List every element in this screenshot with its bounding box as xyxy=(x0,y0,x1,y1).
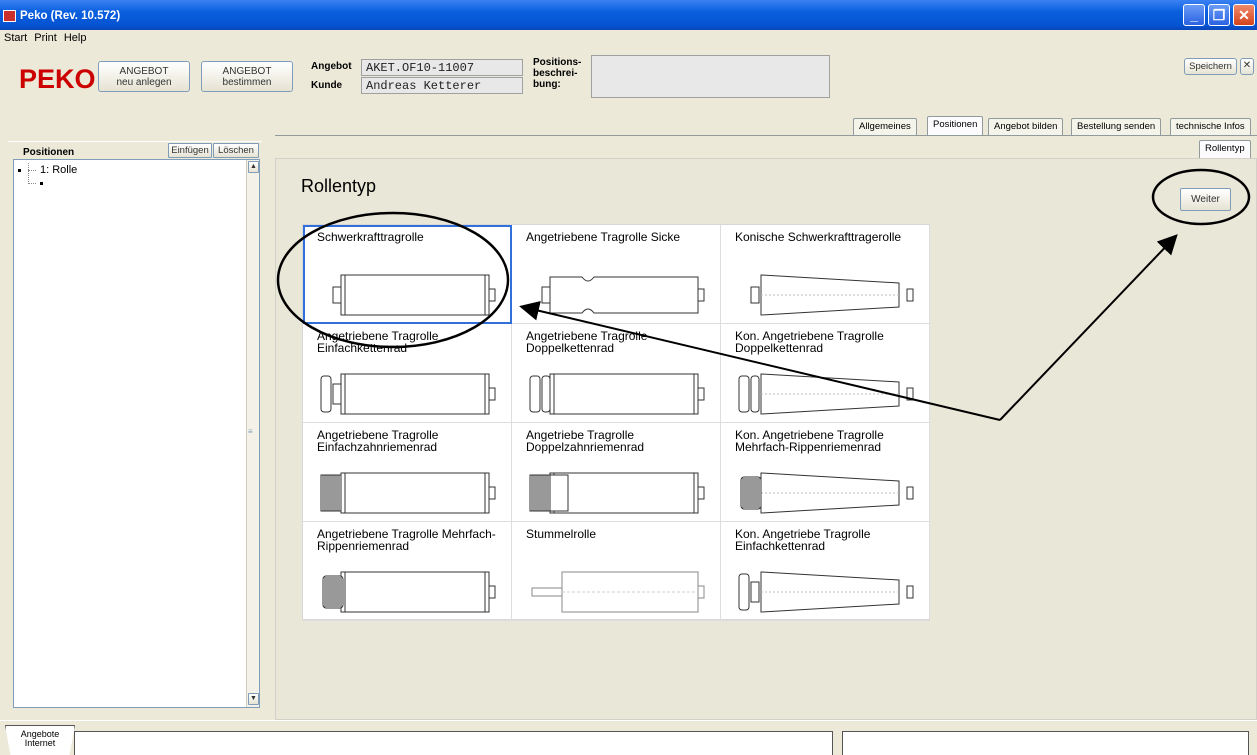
tab-angebote-internet[interactable]: Angebote Internet xyxy=(5,725,75,755)
tab-angebote-label-2: Internet xyxy=(24,738,56,748)
annotation-arrow-roller xyxy=(519,300,1001,421)
status-panel xyxy=(842,731,1249,755)
annotation-ellipse-next xyxy=(1151,168,1251,226)
offers-internet-panel xyxy=(74,731,833,755)
annotation-arrow-next xyxy=(999,234,1178,421)
tab-angebote-internet-label: Angebote Internet xyxy=(6,726,74,748)
annotation-ellipse-roller xyxy=(276,211,510,349)
bottom-bar: Angebote Internet xyxy=(0,720,1257,755)
annotation-overlay xyxy=(276,168,1251,421)
